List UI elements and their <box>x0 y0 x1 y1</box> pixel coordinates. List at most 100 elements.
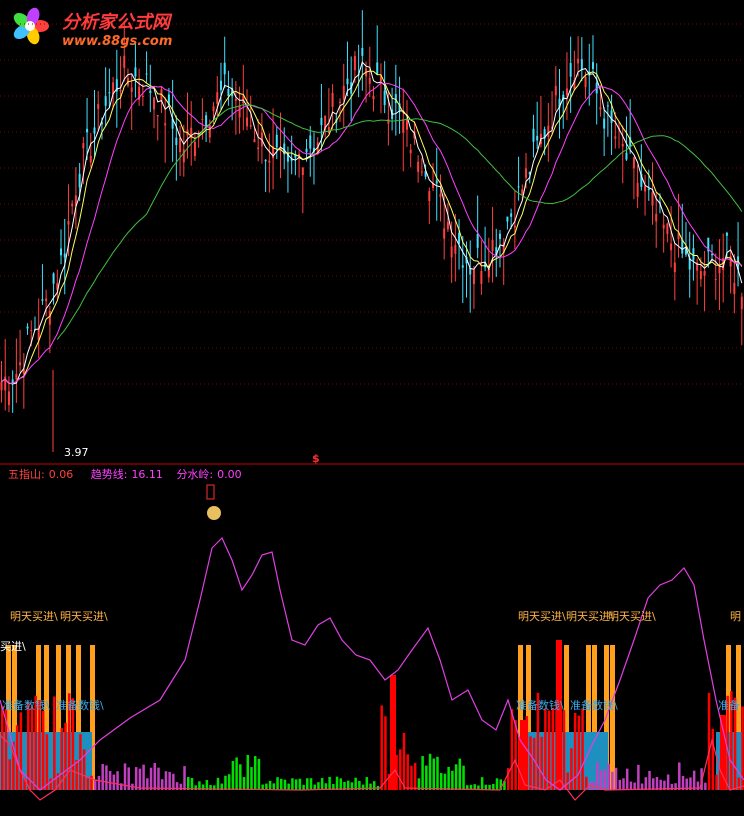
candle-body <box>376 62 379 75</box>
histogram-bar <box>570 748 573 790</box>
signal-buy-4: 明天买进\ <box>566 610 614 623</box>
histogram-bar <box>30 706 34 790</box>
candle-body <box>458 232 461 244</box>
candle-body <box>193 141 196 157</box>
chart-canvas <box>0 7 744 801</box>
candle-body <box>491 239 494 251</box>
histogram-bar <box>510 709 514 790</box>
candle-body <box>301 167 304 176</box>
trend-label: 趋势线: <box>90 468 128 481</box>
candle-body <box>439 193 442 197</box>
histogram-bar <box>625 768 629 790</box>
candle-body <box>446 222 449 230</box>
histogram-bar <box>287 783 290 790</box>
candle-body <box>361 47 364 56</box>
candle-body <box>584 77 587 88</box>
candle-body <box>632 157 635 169</box>
histogram-bar <box>257 758 261 790</box>
signal-buy-1: 明天买进\ <box>10 610 58 623</box>
candle-body <box>569 63 572 77</box>
histogram-bar <box>1 705 4 790</box>
histogram-bar <box>268 780 272 790</box>
candle-body <box>257 147 260 149</box>
candle-body <box>606 105 609 107</box>
ma-green-line <box>56 104 743 340</box>
histogram-bar <box>250 767 253 790</box>
candle-body <box>353 56 356 71</box>
histogram-bar <box>614 767 618 790</box>
signal-orange-bar <box>610 645 615 790</box>
signal-box-icon <box>206 484 215 500</box>
histogram-bar <box>410 765 413 790</box>
histogram-bar <box>19 712 23 790</box>
histogram-bar <box>49 778 52 790</box>
candle-body <box>234 98 237 101</box>
histogram-bar <box>227 774 231 790</box>
histogram-bar <box>157 767 160 790</box>
histogram-bar <box>599 770 603 790</box>
candle-body <box>506 216 509 222</box>
candle-body <box>104 96 107 106</box>
candle-body <box>565 88 568 96</box>
candle-body <box>212 106 215 112</box>
histogram-bar <box>328 776 331 790</box>
candle-body <box>97 104 100 109</box>
histogram-bar <box>183 766 186 790</box>
low-marker: 3.97 <box>64 446 89 459</box>
candle-body <box>30 330 33 332</box>
candle-body <box>305 148 308 153</box>
candle-body <box>603 118 606 129</box>
candle-body <box>647 188 650 190</box>
histogram-bar <box>86 778 90 790</box>
histogram-bar <box>339 778 343 790</box>
candle-body <box>141 95 144 97</box>
candle-body <box>428 191 431 202</box>
candle-body <box>153 97 156 110</box>
logo-url: www.88gs.com <box>62 34 173 49</box>
candle-body <box>554 86 557 96</box>
histogram-bar <box>302 784 305 790</box>
candle-body <box>238 105 241 118</box>
candle-body <box>725 232 728 236</box>
candle-body <box>175 137 178 146</box>
candle-body <box>417 161 420 172</box>
histogram-bar <box>622 778 625 790</box>
candle-body <box>342 85 345 100</box>
money-bag-icon <box>207 506 221 520</box>
candle-body <box>26 326 29 329</box>
candle-body <box>599 107 602 110</box>
histogram-bar <box>272 783 276 790</box>
candle-body <box>536 135 539 141</box>
candle-body <box>164 123 167 126</box>
candle-body <box>149 90 152 94</box>
candle-body <box>480 270 483 284</box>
candle-body <box>130 87 133 92</box>
candle-body <box>670 243 673 251</box>
candle-body <box>108 92 111 94</box>
histogram-bar <box>637 764 640 790</box>
candle-body <box>52 273 55 284</box>
histogram-bar <box>547 710 551 790</box>
candle-body <box>89 155 92 163</box>
candle-body <box>387 119 390 124</box>
histogram-bar <box>652 778 655 790</box>
candle-body <box>525 168 528 178</box>
candle-body <box>651 192 654 206</box>
candle-body <box>134 67 137 77</box>
candle-body <box>19 362 22 366</box>
histogram-bar <box>577 715 581 790</box>
candle-body <box>123 55 126 68</box>
histogram-spike <box>720 715 726 790</box>
histogram-bar <box>320 778 324 790</box>
histogram-bar <box>246 754 250 790</box>
candle-body <box>498 233 501 239</box>
histogram-bar <box>369 783 372 790</box>
dollar-marker: $ <box>312 452 320 465</box>
histogram-bar <box>413 762 417 790</box>
candle-body <box>48 310 51 325</box>
histogram-bar <box>540 736 543 790</box>
histogram-bar <box>399 749 402 790</box>
candle-body <box>461 265 464 268</box>
histogram-bar <box>112 774 116 790</box>
ma-magenta-line <box>1 82 743 384</box>
